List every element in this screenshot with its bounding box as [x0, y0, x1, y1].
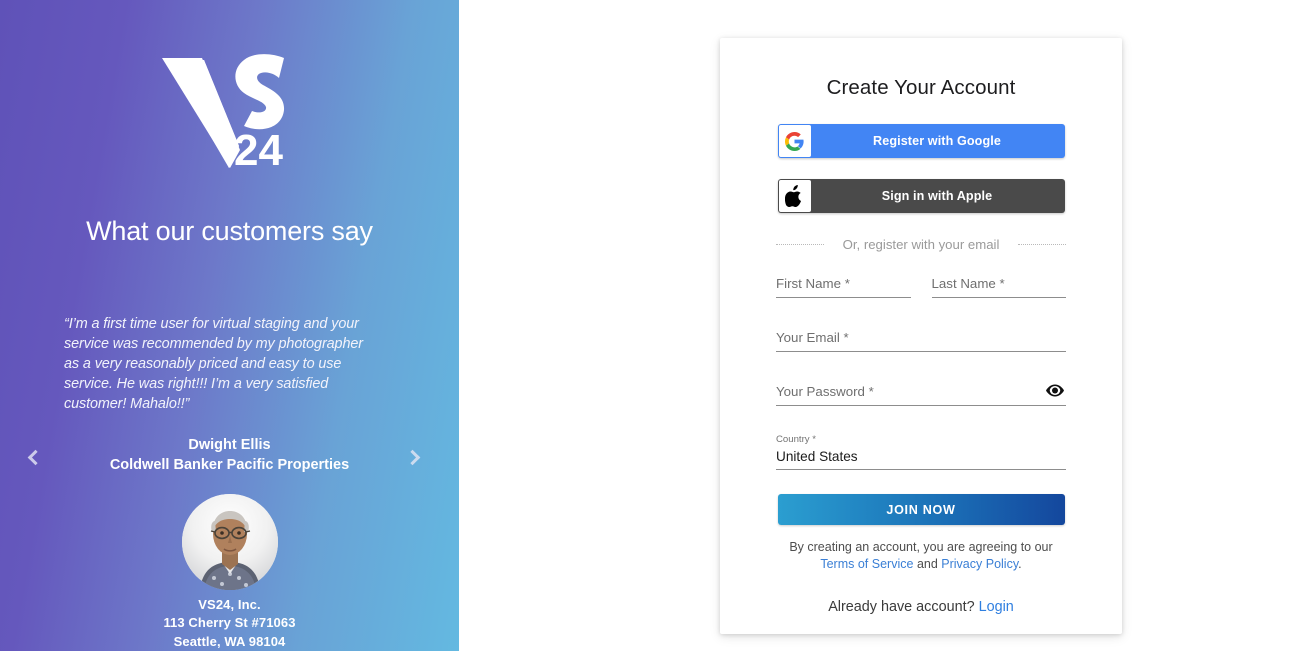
carousel-next-button[interactable]	[395, 440, 429, 474]
country-label: Country *	[776, 434, 816, 445]
last-name-field	[931, 271, 1066, 298]
login-prompt: Already have account? Login	[776, 599, 1066, 615]
signup-page: 24 What our customers say “I’m a first t…	[0, 0, 1300, 651]
testimonial-quote: “I’m a first time user for virtual stagi…	[64, 316, 363, 412]
vs24-logo: 24	[0, 52, 459, 168]
toggle-password-visibility-button[interactable]	[1044, 382, 1066, 402]
privacy-policy-link[interactable]: Privacy Policy	[941, 557, 1018, 571]
divider-dash-right	[1018, 244, 1066, 245]
testimonial-company: Coldwell Banker Pacific Properties	[109, 457, 350, 473]
register-with-google-button[interactable]: Register with Google	[777, 124, 1065, 158]
google-g-icon	[778, 125, 811, 157]
page-title: Create Your Account	[826, 76, 1016, 99]
terms-of-service-link[interactable]: Terms of Service	[820, 557, 913, 571]
last-name-input[interactable]	[931, 271, 1066, 298]
first-name-field	[776, 271, 911, 298]
email-divider: Or, register with your email	[776, 237, 1066, 252]
login-link[interactable]: Login	[979, 599, 1014, 615]
sign-in-with-apple-button[interactable]: Sign in with Apple	[777, 179, 1065, 213]
email-field	[776, 325, 1066, 352]
terms-prefix: By creating an account, you are agreeing…	[789, 540, 1053, 554]
terms-conjunction: and	[916, 557, 938, 571]
country-select[interactable]: Country * United States	[776, 433, 1066, 470]
company-name: VS24, Inc.	[198, 597, 261, 612]
promo-panel: 24 What our customers say “I’m a first t…	[0, 0, 459, 651]
apple-button-label: Sign in with Apple	[881, 189, 993, 203]
company-city-state-zip: Seattle, WA 98104	[173, 633, 286, 649]
signup-card: Create Your Account Register with Google	[720, 38, 1122, 634]
google-button-label: Register with Google	[873, 134, 1001, 148]
join-now-button[interactable]: JOIN NOW	[777, 494, 1065, 525]
country-value: United States	[776, 449, 858, 464]
password-field	[776, 379, 1066, 406]
terms-suffix: .	[1018, 557, 1022, 571]
divider-label: Or, register with your email	[842, 237, 1000, 252]
chevron-right-icon	[404, 449, 420, 465]
company-info: VS24, Inc. 113 Cherry St #71063 Seattle,…	[0, 596, 459, 651]
password-input[interactable]	[776, 379, 1066, 406]
logo-number-text: 24	[234, 126, 283, 168]
name-field-row	[776, 271, 1066, 298]
first-name-input[interactable]	[776, 271, 911, 298]
company-street: 113 Cherry St #71063	[163, 615, 296, 631]
email-input[interactable]	[776, 325, 1066, 352]
terms-notice: By creating an account, you are agreeing…	[776, 539, 1066, 573]
testimonial-author: Dwight Ellis	[188, 437, 271, 453]
chevron-left-icon	[27, 449, 43, 465]
login-prompt-text: Already have account?	[828, 599, 975, 615]
carousel-prev-button[interactable]	[18, 440, 52, 474]
testimonial-avatar	[181, 494, 278, 590]
apple-logo-icon	[778, 180, 811, 212]
promo-heading: What our customers say	[86, 216, 373, 246]
divider-dash-left	[776, 244, 824, 245]
eye-icon	[1046, 384, 1064, 400]
